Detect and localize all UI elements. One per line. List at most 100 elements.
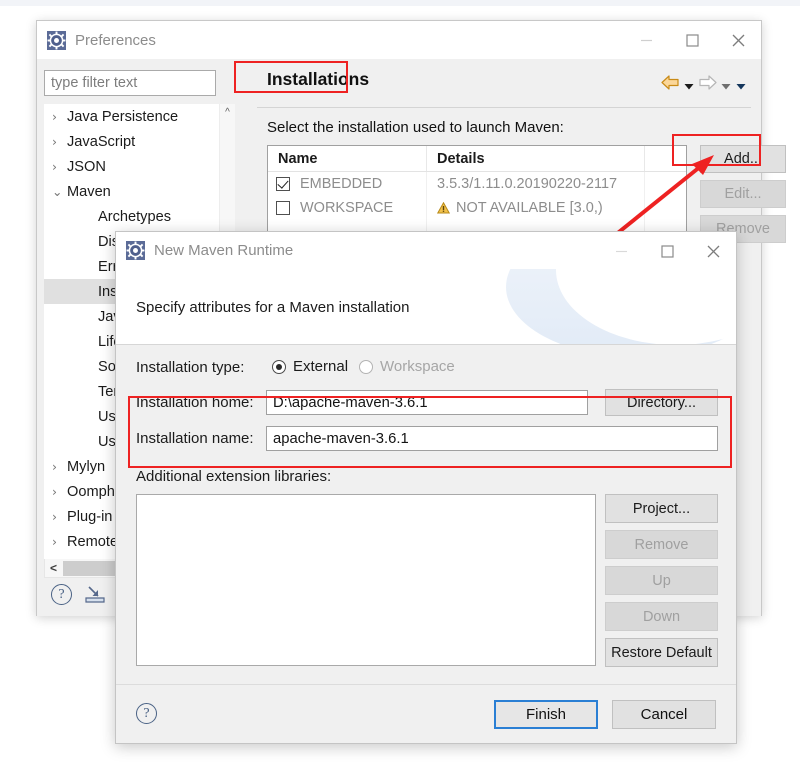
- gear-icon: [126, 241, 145, 260]
- chevron-right-icon[interactable]: ›: [52, 109, 67, 124]
- help-icon[interactable]: ?: [51, 584, 72, 605]
- scroll-left-icon[interactable]: <: [45, 560, 62, 577]
- radio-workspace-label: Workspace: [380, 358, 455, 375]
- cell-spacer: [644, 196, 686, 220]
- preferences-bottom-icons: ?: [51, 584, 106, 605]
- maximize-icon[interactable]: [644, 232, 690, 270]
- installation-name-label: Installation name:: [136, 430, 254, 447]
- sidebar-item-java-persistence[interactable]: › Java Persistence: [44, 104, 235, 129]
- radio-external-indicator: [272, 359, 286, 374]
- cell-details: 3.5.3/1.11.0.20190220-2117: [426, 172, 644, 196]
- chevron-right-icon[interactable]: ›: [52, 484, 67, 499]
- installation-home-value: D:\apache-maven-3.6.1: [273, 394, 428, 411]
- move-down-button[interactable]: Down: [605, 602, 718, 631]
- edit-button[interactable]: Edit...: [700, 180, 786, 208]
- radio-workspace-indicator: [359, 359, 373, 374]
- maximize-icon[interactable]: [669, 21, 715, 59]
- table-row[interactable]: EMBEDDED 3.5.3/1.11.0.20190220-2117: [268, 172, 686, 196]
- sidebar-item-label: Java Persistence: [67, 108, 179, 125]
- sidebar-item-label: Archetypes: [98, 208, 172, 225]
- close-icon[interactable]: [690, 232, 736, 270]
- table-header: Name Details: [268, 146, 686, 172]
- chevron-right-icon[interactable]: ›: [52, 159, 67, 174]
- sidebar-item-archetypes[interactable]: ›Archetypes: [44, 204, 235, 229]
- maven-dialog-banner: Specify attributes for a Maven installat…: [116, 269, 736, 345]
- search-placeholder: type filter text: [51, 75, 138, 91]
- finish-button[interactable]: Finish: [494, 700, 598, 729]
- maven-dialog-content: Installation type: External Workspace In…: [116, 345, 736, 685]
- remove-library-button[interactable]: Remove: [605, 530, 718, 559]
- minimize-icon[interactable]: [623, 21, 669, 59]
- chevron-right-icon[interactable]: ›: [52, 509, 67, 524]
- project-button[interactable]: Project...: [605, 494, 718, 523]
- directory-button[interactable]: Directory...: [605, 389, 718, 416]
- import-export-icon[interactable]: [84, 585, 106, 604]
- chevron-right-icon[interactable]: ›: [52, 134, 67, 149]
- sidebar-item-maven[interactable]: ⌄ Maven: [44, 179, 235, 204]
- minimize-icon[interactable]: [598, 232, 644, 270]
- installation-checkbox[interactable]: [276, 177, 290, 191]
- preferences-title: Preferences: [75, 31, 156, 49]
- sidebar-item-json[interactable]: › JSON: [44, 154, 235, 179]
- move-up-button[interactable]: Up: [605, 566, 718, 595]
- sidebar-item-label: JavaScript: [67, 133, 136, 150]
- header-divider: [257, 107, 751, 108]
- installation-home-label: Installation home:: [136, 394, 254, 411]
- maven-dialog-titlebar[interactable]: New Maven Runtime: [116, 232, 736, 269]
- maven-dialog-title: New Maven Runtime: [154, 242, 294, 259]
- forward-arrow-icon[interactable]: [698, 75, 717, 95]
- radio-external-label: External: [293, 358, 349, 375]
- cell-name: WORKSPACE: [268, 196, 426, 220]
- sidebar-item-javascript[interactable]: › JavaScript: [44, 129, 235, 154]
- maven-dialog-window-buttons: [598, 232, 736, 270]
- sidebar-item-label: Oomph: [67, 483, 115, 500]
- help-icon[interactable]: ?: [136, 703, 157, 724]
- cell-spacer: [644, 172, 686, 196]
- chevron-right-icon[interactable]: ›: [52, 534, 67, 549]
- installations-table[interactable]: Name Details EMBEDDED 3.5.3/1.11.0.201902…: [267, 145, 687, 242]
- installation-type-label: Installation type:: [136, 359, 245, 376]
- select-installation-label: Select the installation used to launch M…: [267, 119, 564, 136]
- sidebar-item-label: Maven: [67, 183, 111, 200]
- back-dropdown-icon[interactable]: [683, 79, 695, 91]
- back-arrow-icon[interactable]: [661, 75, 680, 95]
- restore-default-button[interactable]: Restore Default: [605, 638, 718, 667]
- screenshot-root: 3 Propertie ^: [0, 0, 800, 766]
- scroll-up-icon[interactable]: ^: [220, 104, 235, 121]
- cell-details: NOT AVAILABLE [3.0,): [426, 196, 644, 220]
- installation-name-input[interactable]: apache-maven-3.6.1: [266, 426, 718, 451]
- menu-dropdown-icon[interactable]: [735, 79, 747, 91]
- ide-top-strip: [0, 0, 800, 6]
- installation-name-value: apache-maven-3.6.1: [273, 430, 409, 447]
- table-row[interactable]: WORKSPACE NOT AVAILABLE [3.0,): [268, 196, 686, 220]
- page-navigation-arrows: [661, 75, 747, 95]
- radio-workspace[interactable]: Workspace: [359, 358, 455, 375]
- add-button[interactable]: Add...: [700, 145, 786, 173]
- installation-checkbox[interactable]: [276, 201, 290, 215]
- sidebar-item-label: JSON: [67, 158, 106, 175]
- close-icon[interactable]: [715, 21, 761, 59]
- maven-dialog-footer: ? Finish Cancel: [116, 684, 736, 743]
- chevron-right-icon[interactable]: ›: [52, 459, 67, 474]
- new-maven-runtime-dialog: New Maven Runtime Specify attributes for…: [115, 231, 737, 744]
- banner-message: Specify attributes for a Maven installat…: [136, 299, 410, 316]
- page-title: Installations: [267, 69, 370, 89]
- installation-home-input[interactable]: D:\apache-maven-3.6.1: [266, 390, 588, 415]
- extension-libraries-label: Additional extension libraries:: [136, 468, 332, 485]
- installation-details: 3.5.3/1.11.0.20190220-2117: [437, 176, 618, 192]
- sidebar-item-label: Mylyn: [67, 458, 106, 475]
- radio-external[interactable]: External: [272, 358, 348, 375]
- column-header-name: Name: [278, 150, 318, 167]
- preferences-window-buttons: [623, 21, 761, 59]
- installation-name: EMBEDDED: [300, 176, 383, 192]
- installation-name: WORKSPACE: [300, 200, 394, 216]
- extension-libraries-list[interactable]: [136, 494, 596, 666]
- search-input[interactable]: type filter text: [44, 70, 216, 96]
- column-header-spacer: [644, 146, 686, 171]
- installation-details: NOT AVAILABLE [3.0,): [456, 200, 603, 216]
- cancel-button[interactable]: Cancel: [612, 700, 716, 729]
- chevron-down-icon[interactable]: ⌄: [52, 184, 67, 199]
- table-body: EMBEDDED 3.5.3/1.11.0.20190220-2117 WORKSP…: [268, 172, 686, 220]
- preferences-titlebar[interactable]: Preferences: [37, 21, 761, 59]
- forward-dropdown-icon[interactable]: [720, 79, 732, 91]
